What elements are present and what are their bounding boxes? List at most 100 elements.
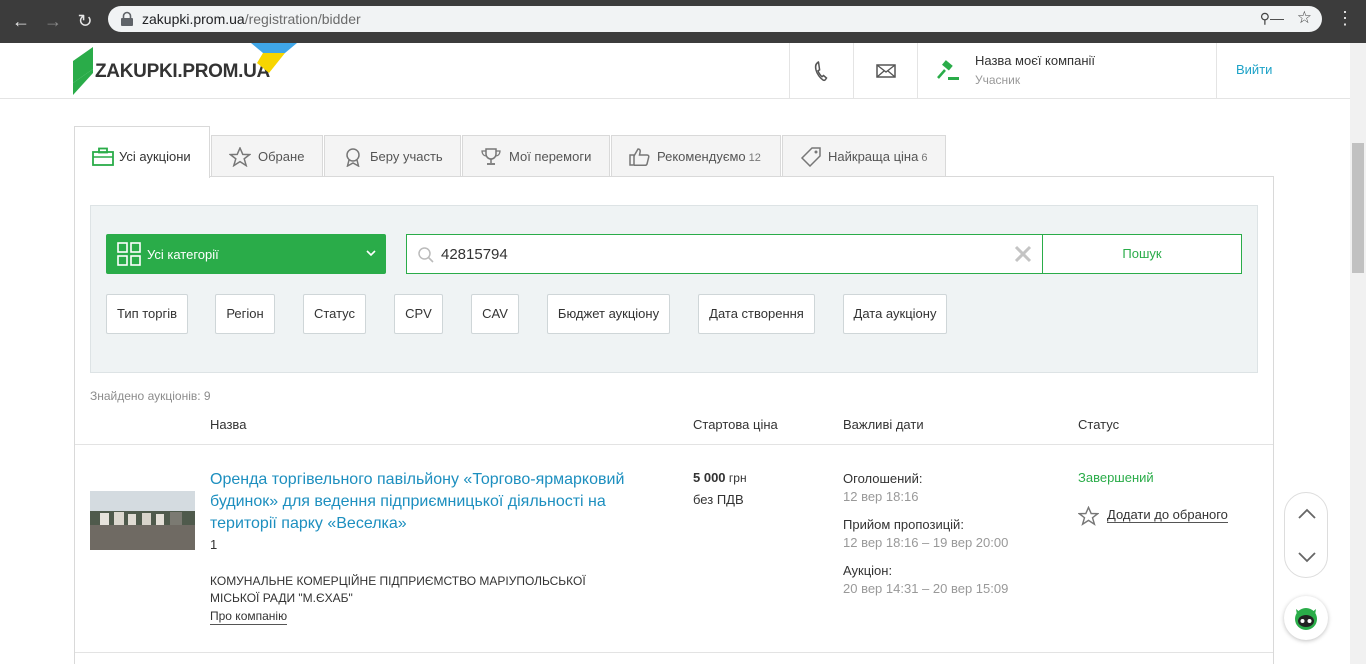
results-count: Знайдено аукціонів: 9: [90, 389, 211, 403]
date-value-announced: 12 вер 18:16: [843, 489, 919, 504]
tab-label: Усі аукціони: [119, 149, 191, 164]
phone-button[interactable]: [789, 43, 853, 99]
logo-mark-icon: [73, 47, 93, 95]
filter-budget[interactable]: Бюджет аукціону: [547, 294, 670, 334]
date-label-auction: Аукціон:: [843, 563, 893, 578]
tab-label-text: Усі аукціони: [119, 149, 191, 164]
trophy-icon: [481, 148, 501, 165]
tab-label: Мої перемоги: [509, 149, 591, 164]
column-header-name: Назва: [210, 417, 247, 432]
price-tag-icon: [800, 147, 821, 167]
logo-text: ZAKUPKI.PROM.UA: [95, 61, 270, 82]
filter-cpv[interactable]: CPV: [394, 294, 443, 334]
date-value-proposals: 12 вер 18:16 – 19 вер 20:00: [843, 535, 1009, 550]
auction-title-link[interactable]: Оренда торгівельного павільйону «Торгово…: [210, 469, 650, 535]
logout-link[interactable]: Вийти: [1236, 62, 1272, 77]
date-value-auction: 20 вер 14:31 – 20 вер 15:09: [843, 581, 1009, 596]
search-icon: [418, 247, 434, 263]
about-company-link[interactable]: Про компанію: [210, 609, 288, 625]
medal-icon: [346, 148, 360, 167]
tab-label: Найкраща ціна 6: [828, 149, 927, 164]
date-label-announced: Оголошений:: [843, 471, 923, 486]
scroll-down-button[interactable]: [1285, 536, 1329, 579]
column-header-price: Стартова ціна: [693, 417, 778, 432]
price-vat: без ПДВ: [693, 492, 744, 507]
phone-icon: [814, 61, 828, 82]
filter-cav[interactable]: CAV: [471, 294, 519, 334]
url-host: zakupki.prom.ua: [142, 11, 245, 27]
chevron-up-icon: [1298, 508, 1316, 519]
star-outline-icon: [229, 147, 251, 167]
tab-best-price[interactable]: Найкраща ціна 6: [782, 135, 946, 177]
logo-flag-icon: [251, 43, 297, 73]
company-name: Назва моєї компанії: [975, 53, 1096, 68]
forward-icon[interactable]: →: [40, 8, 66, 34]
site-logo[interactable]: ZAKUPKI.PROM.UA: [73, 43, 303, 99]
browser-menu-icon[interactable]: ⋮: [1336, 8, 1354, 29]
search-input[interactable]: [441, 243, 1001, 265]
filter-status[interactable]: Статус: [303, 294, 366, 334]
date-label-proposals: Прийом пропозицій:: [843, 517, 964, 532]
organizer-name: КОМУНАЛЬНЕ КОМЕРЦІЙНЕ ПІДПРИЄМСТВО МАРІУ…: [210, 574, 586, 605]
reload-icon[interactable]: ↻: [72, 8, 98, 34]
tab-label-text: Рекомендуємо: [657, 149, 746, 164]
address-bar[interactable]: zakupki.prom.ua/registration/bidder ⚲— ☆: [108, 6, 1322, 32]
chevron-down-icon: [1298, 552, 1316, 563]
table-divider: [75, 652, 1273, 653]
auction-photo: [90, 491, 195, 550]
tab-count: 6: [921, 152, 928, 164]
key-icon[interactable]: ⚲—: [1260, 10, 1284, 27]
filter-created-date[interactable]: Дата створення: [698, 294, 815, 334]
table-divider: [75, 444, 1273, 445]
search-box: [406, 234, 1042, 274]
browser-toolbar: ← → ↻ zakupki.prom.ua/registration/bidde…: [0, 0, 1366, 43]
start-price: 5 000 грн: [693, 470, 747, 485]
tab-favorites[interactable]: Обране: [211, 135, 323, 177]
site-header: ZAKUPKI.PROM.UA Назва моєї компанії Учас…: [0, 43, 1350, 99]
company-role: Учасник: [975, 73, 1021, 87]
scrollbar-thumb[interactable]: [1352, 143, 1364, 273]
tab-label-text: Мої перемоги: [509, 149, 592, 164]
auction-lot-number: 1: [210, 537, 218, 552]
filter-auction-date[interactable]: Дата аукціону: [843, 294, 947, 334]
thumbs-up-icon: [629, 148, 650, 167]
auction-status: Завершений: [1078, 470, 1154, 485]
chat-bot-button[interactable]: [1284, 596, 1328, 640]
tab-count: 12: [748, 152, 761, 164]
url-text: zakupki.prom.ua/registration/bidder: [142, 11, 361, 27]
category-dropdown[interactable]: Усі категорії: [106, 234, 386, 274]
mail-button[interactable]: [853, 43, 917, 99]
column-header-status: Статус: [1078, 417, 1120, 432]
tab-label-text: Беру участь: [370, 149, 443, 164]
tab-label: Рекомендуємо 12: [657, 149, 761, 164]
auction-thumbnail[interactable]: [90, 491, 195, 550]
clear-search-icon[interactable]: [1014, 245, 1032, 263]
scroll-up-button[interactable]: [1285, 493, 1329, 536]
tab-all-auctions[interactable]: Усі аукціони: [74, 126, 210, 178]
tab-label: Обране: [258, 149, 304, 164]
column-header-dates: Важливі дати: [843, 417, 924, 432]
price-amount: 5 000: [693, 470, 726, 485]
tab-label-text: Обране: [258, 149, 305, 164]
tab-my-wins[interactable]: Мої перемоги: [462, 135, 610, 177]
grid-icon: [117, 242, 141, 266]
filter-region[interactable]: Регіон: [215, 294, 275, 334]
tab-label: Беру участь: [370, 149, 443, 164]
gavel-icon: [937, 60, 959, 80]
company-menu[interactable]: Назва моєї компанії Учасник: [917, 43, 1217, 99]
tab-label-text: Найкраща ціна: [828, 149, 919, 164]
chevron-down-icon: [366, 250, 376, 257]
back-icon[interactable]: ←: [8, 8, 34, 34]
price-currency: грн: [728, 471, 747, 485]
bookmark-star-icon[interactable]: ☆: [1297, 8, 1312, 28]
scroll-controls: [1284, 492, 1328, 578]
tab-participating[interactable]: Беру участь: [324, 135, 461, 177]
page-scrollbar[interactable]: [1350, 43, 1366, 664]
filter-trade-type[interactable]: Тип торгів: [106, 294, 188, 334]
bot-icon: [1295, 608, 1317, 630]
tab-recommended[interactable]: Рекомендуємо 12: [611, 135, 781, 177]
category-label: Усі категорії: [147, 247, 219, 262]
search-button[interactable]: Пошук: [1042, 234, 1242, 274]
add-to-favorites-label: Додати до обраного: [1107, 507, 1228, 523]
star-outline-icon: [1078, 506, 1099, 526]
